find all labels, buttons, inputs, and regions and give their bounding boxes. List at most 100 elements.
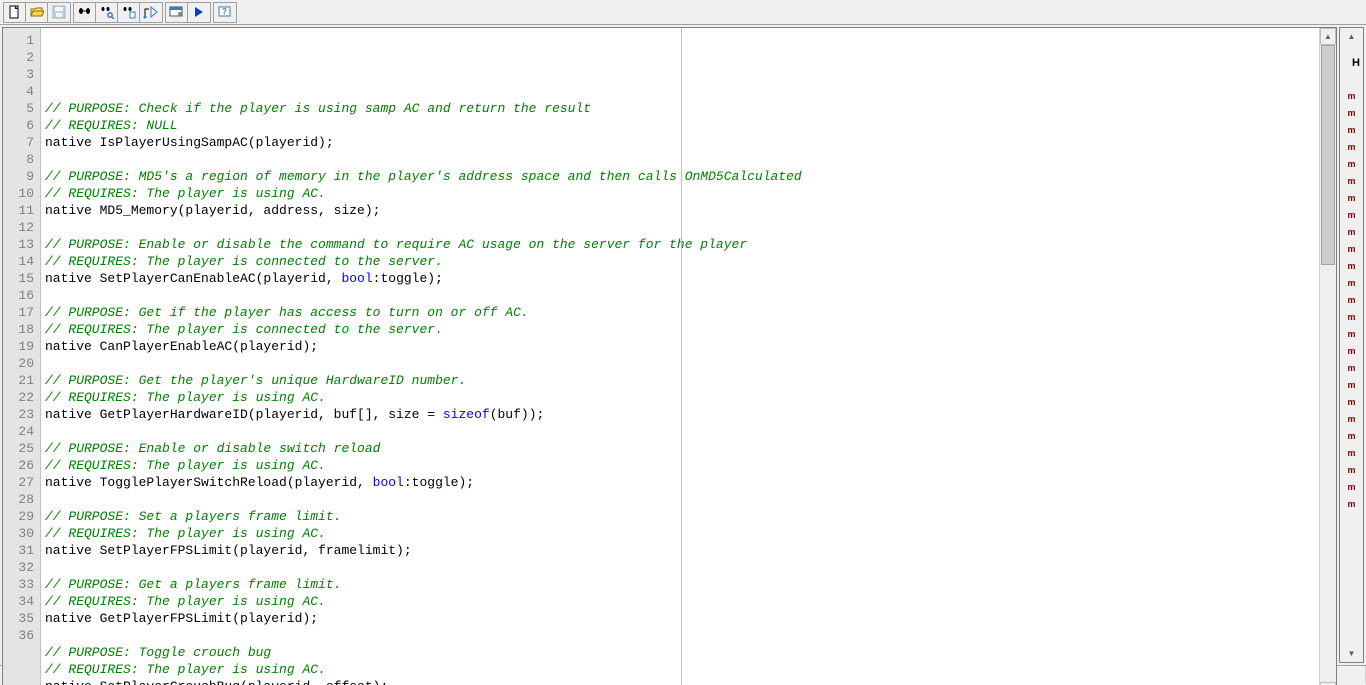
code-line[interactable]: native MD5_Memory(playerid, address, siz… <box>45 202 1319 219</box>
find-replace-button[interactable] <box>96 3 118 22</box>
code-line[interactable]: // PURPOSE: Toggle crouch bug <box>45 644 1319 661</box>
line-number: 17 <box>3 304 34 321</box>
toolbar-group-search <box>73 2 163 23</box>
code-line[interactable]: // PURPOSE: Enable or disable switch rel… <box>45 440 1319 457</box>
code-line[interactable]: // REQUIRES: The player is using AC. <box>45 457 1319 474</box>
code-line[interactable] <box>45 287 1319 304</box>
line-number: 20 <box>3 355 34 372</box>
line-number: 22 <box>3 389 34 406</box>
line-number: 4 <box>3 83 34 100</box>
code-line[interactable]: native GetPlayerFPSLimit(playerid); <box>45 610 1319 627</box>
line-number: 21 <box>3 372 34 389</box>
line-number: 26 <box>3 457 34 474</box>
line-number: 28 <box>3 491 34 508</box>
code-line[interactable]: native SetPlayerCrouchBug(playerid, offs… <box>45 678 1319 685</box>
code-line[interactable]: native TogglePlayerSwitchReload(playerid… <box>45 474 1319 491</box>
code-line[interactable]: // PURPOSE: Get if the player has access… <box>45 304 1319 321</box>
code-line[interactable]: // PURPOSE: MD5's a region of memory in … <box>45 168 1319 185</box>
open-button[interactable] <box>26 3 48 22</box>
line-number: 33 <box>3 576 34 593</box>
code-line[interactable] <box>45 559 1319 576</box>
code-editor[interactable]: 1234567891011121314151617181920212223242… <box>2 27 1337 685</box>
line-number: 25 <box>3 440 34 457</box>
code-line[interactable] <box>45 355 1319 372</box>
find-in-files-button[interactable] <box>118 3 140 22</box>
code-line[interactable]: native GetPlayerHardwareID(playerid, buf… <box>45 406 1319 423</box>
code-line[interactable]: // REQUIRES: The player is using AC. <box>45 593 1319 610</box>
line-number: 7 <box>3 134 34 151</box>
code-line[interactable]: // REQUIRES: The player is using AC. <box>45 525 1319 542</box>
line-number: 5 <box>3 100 34 117</box>
docmap-mark: m <box>1340 414 1363 431</box>
docmap-mark: m <box>1340 278 1363 295</box>
line-number: 30 <box>3 525 34 542</box>
code-line[interactable]: // REQUIRES: The player is using AC. <box>45 185 1319 202</box>
toolbar-group-run <box>165 2 211 23</box>
code-line[interactable]: // REQUIRES: The player is connected to … <box>45 253 1319 270</box>
line-number: 36 <box>3 627 34 644</box>
line-number: 16 <box>3 287 34 304</box>
code-area[interactable]: // PURPOSE: Check if the player is using… <box>41 28 1319 685</box>
docmap-mark: m <box>1340 159 1363 176</box>
run-button[interactable] <box>188 3 210 22</box>
code-line[interactable]: native SetPlayerFPSLimit(playerid, frame… <box>45 542 1319 559</box>
code-line[interactable]: native IsPlayerUsingSampAC(playerid); <box>45 134 1319 151</box>
docmap-mark: m <box>1340 176 1363 193</box>
code-line[interactable]: // REQUIRES: NULL <box>45 117 1319 134</box>
vscroll-thumb[interactable] <box>1321 45 1335 265</box>
goto-button[interactable] <box>140 3 162 22</box>
vertical-scrollbar[interactable]: ▲ ▼ <box>1319 28 1336 685</box>
docmap-mark: m <box>1340 108 1363 125</box>
docmap-down-arrow[interactable]: ▼ <box>1340 645 1363 662</box>
code-line[interactable]: native CanPlayerEnableAC(playerid); <box>45 338 1319 355</box>
line-number: 11 <box>3 202 34 219</box>
find-button[interactable] <box>74 3 96 22</box>
line-number: 31 <box>3 542 34 559</box>
docmap-mark: m <box>1340 193 1363 210</box>
toolbar-group-file <box>3 2 71 23</box>
document-map[interactable]: ▲ H mmmmmmmmmmmmmmmmmmmmmmmmm ▼ <box>1339 27 1364 663</box>
scroll-up-arrow[interactable]: ▲ <box>1320 28 1336 45</box>
save-button[interactable] <box>48 3 70 22</box>
code-line[interactable]: // PURPOSE: Check if the player is using… <box>45 100 1319 117</box>
code-line[interactable]: native SetPlayerCanEnableAC(playerid, bo… <box>45 270 1319 287</box>
code-line[interactable]: // PURPOSE: Enable or disable the comman… <box>45 236 1319 253</box>
line-number: 12 <box>3 219 34 236</box>
docmap-mark: m <box>1340 261 1363 278</box>
docmap-mark: m <box>1340 346 1363 363</box>
line-number: 35 <box>3 610 34 627</box>
docmap-mark: m <box>1340 482 1363 499</box>
line-number: 3 <box>3 66 34 83</box>
compile-options-button[interactable] <box>166 3 188 22</box>
code-line[interactable]: // PURPOSE: Set a players frame limit. <box>45 508 1319 525</box>
line-number: 15 <box>3 270 34 287</box>
code-line[interactable] <box>45 491 1319 508</box>
docmap-up-arrow[interactable]: ▲ <box>1340 28 1363 45</box>
code-line[interactable] <box>45 219 1319 236</box>
line-number: 23 <box>3 406 34 423</box>
docmap-mark: m <box>1340 380 1363 397</box>
docmap-mark: m <box>1340 210 1363 227</box>
new-button[interactable] <box>4 3 26 22</box>
code-line[interactable] <box>45 151 1319 168</box>
code-line[interactable]: // PURPOSE: Get the player's unique Hard… <box>45 372 1319 389</box>
line-number: 24 <box>3 423 34 440</box>
docmap-mark: m <box>1340 125 1363 142</box>
docmap-mark: m <box>1340 91 1363 108</box>
code-line[interactable]: // REQUIRES: The player is connected to … <box>45 321 1319 338</box>
code-line[interactable]: // REQUIRES: The player is using AC. <box>45 389 1319 406</box>
line-number: 2 <box>3 49 34 66</box>
docmap-mark: m <box>1340 295 1363 312</box>
docmap-mark: m <box>1340 329 1363 346</box>
code-line[interactable]: // REQUIRES: The player is using AC. <box>45 661 1319 678</box>
vscroll-track[interactable] <box>1320 45 1336 682</box>
code-line[interactable] <box>45 627 1319 644</box>
help-button[interactable]: ? <box>214 3 236 22</box>
code-line[interactable] <box>45 423 1319 440</box>
code-line[interactable]: // PURPOSE: Get a players frame limit. <box>45 576 1319 593</box>
line-number: 13 <box>3 236 34 253</box>
code-line[interactable] <box>45 83 1319 100</box>
docmap-body[interactable]: H mmmmmmmmmmmmmmmmmmmmmmmmm <box>1340 45 1363 645</box>
docmap-mark: m <box>1340 465 1363 482</box>
line-number-gutter: 1234567891011121314151617181920212223242… <box>3 28 41 685</box>
